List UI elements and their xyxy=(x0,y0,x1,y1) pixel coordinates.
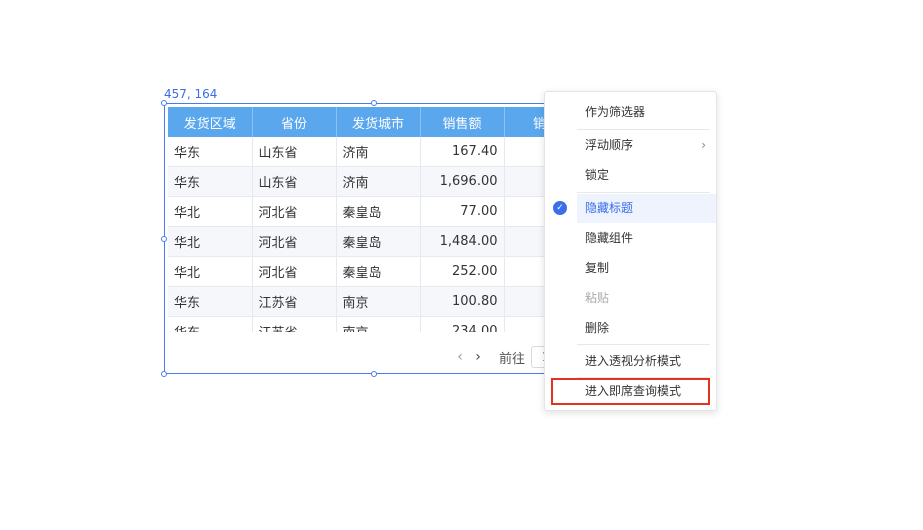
menu-item-paste: 粘贴 xyxy=(545,284,716,313)
table-cell: 华东 xyxy=(168,316,253,332)
table-cell: 1,484.00 xyxy=(420,226,505,257)
table-cell: 江苏省 xyxy=(252,286,337,317)
next-page-icon[interactable]: › xyxy=(469,349,487,365)
resize-handle-left[interactable] xyxy=(161,236,167,242)
menu-item-hide-component[interactable]: 隐藏组件 xyxy=(545,224,716,253)
table-cell: 华北 xyxy=(168,196,253,227)
checkmark-icon: ✓ xyxy=(553,201,567,215)
table-cell: 江苏省 xyxy=(252,316,337,332)
menu-item-label: 删除 xyxy=(585,321,610,335)
data-table: 发货区域 省份 发货城市 销售额 销售 华东 山东省 济南 167.40 华东 xyxy=(168,107,553,332)
table-cell: 234.00 xyxy=(420,316,505,332)
table-row: 华东 山东省 济南 1,696.00 xyxy=(168,166,553,197)
table-row: 华北 河北省 秦皇岛 77.00 xyxy=(168,196,553,227)
menu-divider xyxy=(577,129,710,130)
menu-divider xyxy=(577,192,710,193)
goto-label: 前往 xyxy=(499,351,526,367)
table-cell: 秦皇岛 xyxy=(336,226,421,257)
table-cell: 济南 xyxy=(336,137,421,167)
menu-item-float-order[interactable]: 浮动顺序 › xyxy=(545,131,716,160)
menu-item-delete[interactable]: 删除 xyxy=(545,314,716,343)
table-cell: 华东 xyxy=(168,286,253,317)
table-cell: 山东省 xyxy=(252,137,337,167)
column-header[interactable]: 销售额 xyxy=(420,107,505,137)
chevron-right-icon: › xyxy=(701,138,706,152)
menu-item-label: 隐藏标题 xyxy=(585,201,634,215)
table-container: 发货区域 省份 发货城市 销售额 销售 华东 山东省 济南 167.40 华东 xyxy=(168,107,553,332)
prev-page-icon[interactable]: ‹ xyxy=(451,349,469,365)
table-cell: 华北 xyxy=(168,256,253,287)
menu-item-label: 进入透视分析模式 xyxy=(585,354,682,368)
menu-item-label: 隐藏组件 xyxy=(585,231,634,245)
table-cell: 100.80 xyxy=(420,286,505,317)
table-row: 华北 河北省 秦皇岛 1,484.00 xyxy=(168,226,553,257)
menu-item-label: 粘贴 xyxy=(585,291,610,305)
menu-divider xyxy=(577,344,710,345)
resize-handle-top[interactable] xyxy=(371,100,377,106)
menu-item-label: 浮动顺序 xyxy=(585,138,634,152)
menu-item-copy[interactable]: 复制 xyxy=(545,254,716,283)
table-cell: 河北省 xyxy=(252,256,337,287)
menu-item-lock[interactable]: 锁定 xyxy=(545,161,716,190)
table-row: 华东 江苏省 南京 100.80 xyxy=(168,286,553,317)
table-cell: 华东 xyxy=(168,137,253,167)
table-cell: 华东 xyxy=(168,166,253,197)
context-menu: 作为筛选器 浮动顺序 › 锁定 ✓ 隐藏标题 隐藏组件 复制 粘贴 删除 进入透… xyxy=(544,91,717,411)
table-cell: 1,696.00 xyxy=(420,166,505,197)
table-cell: 河北省 xyxy=(252,226,337,257)
resize-handle-bottom-left[interactable] xyxy=(161,371,167,377)
table-row: 华东 江苏省 南京 234.00 xyxy=(168,316,553,332)
menu-item-label: 锁定 xyxy=(585,168,610,182)
table-row: 华东 山东省 济南 167.40 xyxy=(168,137,553,167)
resize-handle-bottom[interactable] xyxy=(371,371,377,377)
table-widget[interactable]: 发货区域 省份 发货城市 销售额 销售 华东 山东省 济南 167.40 华东 xyxy=(164,103,564,374)
column-header[interactable]: 发货区域 xyxy=(168,107,253,137)
table-row: 华北 河北省 秦皇岛 252.00 xyxy=(168,256,553,287)
table-cell: 秦皇岛 xyxy=(336,256,421,287)
table-cell: 济南 xyxy=(336,166,421,197)
column-header[interactable]: 省份 xyxy=(252,107,337,137)
resize-handle-top-left[interactable] xyxy=(161,100,167,106)
table-header-row: 发货区域 省份 发货城市 销售额 销售 xyxy=(168,107,553,137)
table-cell: 77.00 xyxy=(420,196,505,227)
menu-item-pivot-analysis[interactable]: 进入透视分析模式 xyxy=(545,347,716,376)
table-cell: 秦皇岛 xyxy=(336,196,421,227)
table-cell: 167.40 xyxy=(420,137,505,167)
menu-item-label: 作为筛选器 xyxy=(585,105,646,119)
table-cell: 252.00 xyxy=(420,256,505,287)
table-cell: 河北省 xyxy=(252,196,337,227)
table-cell: 南京 xyxy=(336,316,421,332)
table-cell: 山东省 xyxy=(252,166,337,197)
table-cell: 华北 xyxy=(168,226,253,257)
menu-item-label: 复制 xyxy=(585,261,610,275)
highlight-box xyxy=(551,378,710,405)
column-header[interactable]: 发货城市 xyxy=(336,107,421,137)
position-readout: 457, 164 xyxy=(164,87,218,101)
table-cell: 南京 xyxy=(336,286,421,317)
menu-item-hide-title[interactable]: 隐藏标题 xyxy=(577,194,716,223)
menu-item-use-as-filter[interactable]: 作为筛选器 xyxy=(545,98,716,127)
